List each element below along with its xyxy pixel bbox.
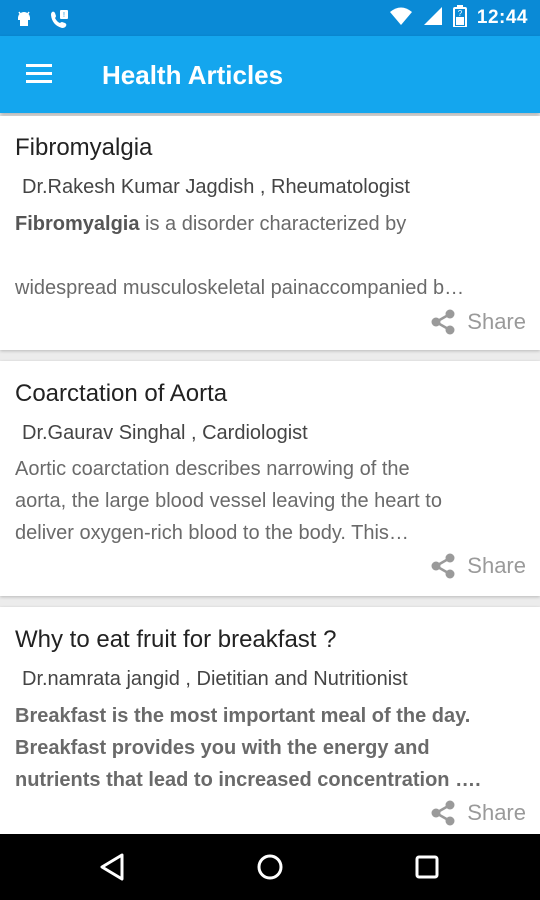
share-button[interactable]: Share [429, 308, 526, 336]
article-excerpt-line: Aortic coarctation describes narrowing o… [15, 458, 410, 480]
article-list[interactable]: Fibromyalgia Dr.Rakesh Kumar Jagdish , R… [0, 113, 540, 834]
svg-text:?: ? [458, 9, 463, 18]
article-excerpt: Fibromyalgia is a disorder characterized… [15, 208, 522, 240]
article-card[interactable]: Why to eat fruit for breakfast ? Dr.namr… [0, 607, 540, 834]
share-icon [431, 800, 455, 826]
article-excerpt-line: aorta, the large blood vessel leaving th… [15, 490, 442, 512]
article-excerpt-line: Breakfast provides you with the energy a… [15, 737, 430, 759]
svg-text:!: ! [63, 12, 65, 19]
article-excerpt-line: Breakfast is the most important meal of … [15, 705, 471, 727]
article-excerpt-line: deliver oxygen-rich blood to the body. T… [15, 522, 409, 544]
status-time: 12:44 [476, 7, 528, 28]
article-card[interactable]: Coarctation of Aorta Dr.Gaurav Singhal ,… [0, 361, 540, 596]
status-bar: ! ? 12:44 [0, 0, 540, 36]
article-title[interactable]: Fibromyalgia [15, 134, 152, 162]
share-icon [431, 553, 455, 579]
back-icon[interactable] [91, 845, 135, 889]
status-bar-system: ? 12:44 [389, 0, 528, 36]
page-title: Health Articles [102, 60, 284, 90]
hamburger-menu-icon[interactable] [18, 58, 58, 92]
share-icon [431, 309, 455, 335]
navigation-bar [0, 834, 540, 900]
signal-icon [423, 6, 443, 31]
battery-icon: ? [452, 4, 467, 32]
status-bar-notifications: ! [14, 8, 70, 35]
article-author: Dr.Rakesh Kumar Jagdish , Rheumatologist [22, 176, 410, 198]
share-label: Share [467, 800, 526, 825]
article-excerpt-line: widespread musculoskeletal painaccompani… [15, 277, 465, 299]
article-author: Dr.Gaurav Singhal , Cardiologist [22, 422, 308, 444]
app-bar: Health Articles [0, 36, 540, 113]
article-title[interactable]: Why to eat fruit for breakfast ? [15, 626, 336, 654]
share-button[interactable]: Share [429, 552, 526, 580]
android-debug-icon [14, 9, 34, 34]
wifi-icon [389, 6, 413, 31]
article-title[interactable]: Coarctation of Aorta [15, 380, 227, 408]
article-excerpt-bold: Fibromyalgia [15, 213, 140, 235]
home-icon[interactable] [248, 845, 292, 889]
article-excerpt-line: nutrients that lead to increased concent… [15, 769, 481, 791]
article-card[interactable]: Fibromyalgia Dr.Rakesh Kumar Jagdish , R… [0, 116, 540, 350]
article-excerpt: Breakfast is the most important meal of … [15, 700, 522, 796]
phone-notification-icon: ! [48, 8, 70, 35]
share-button[interactable]: Share [429, 799, 526, 827]
share-label: Share [467, 309, 526, 334]
article-author: Dr.namrata jangid , Dietitian and Nutrit… [22, 668, 408, 690]
recents-icon[interactable] [405, 845, 449, 889]
article-excerpt: Aortic coarctation describes narrowing o… [15, 453, 522, 549]
share-label: Share [467, 553, 526, 578]
article-excerpt-line: is a disorder characterized by [139, 213, 407, 235]
